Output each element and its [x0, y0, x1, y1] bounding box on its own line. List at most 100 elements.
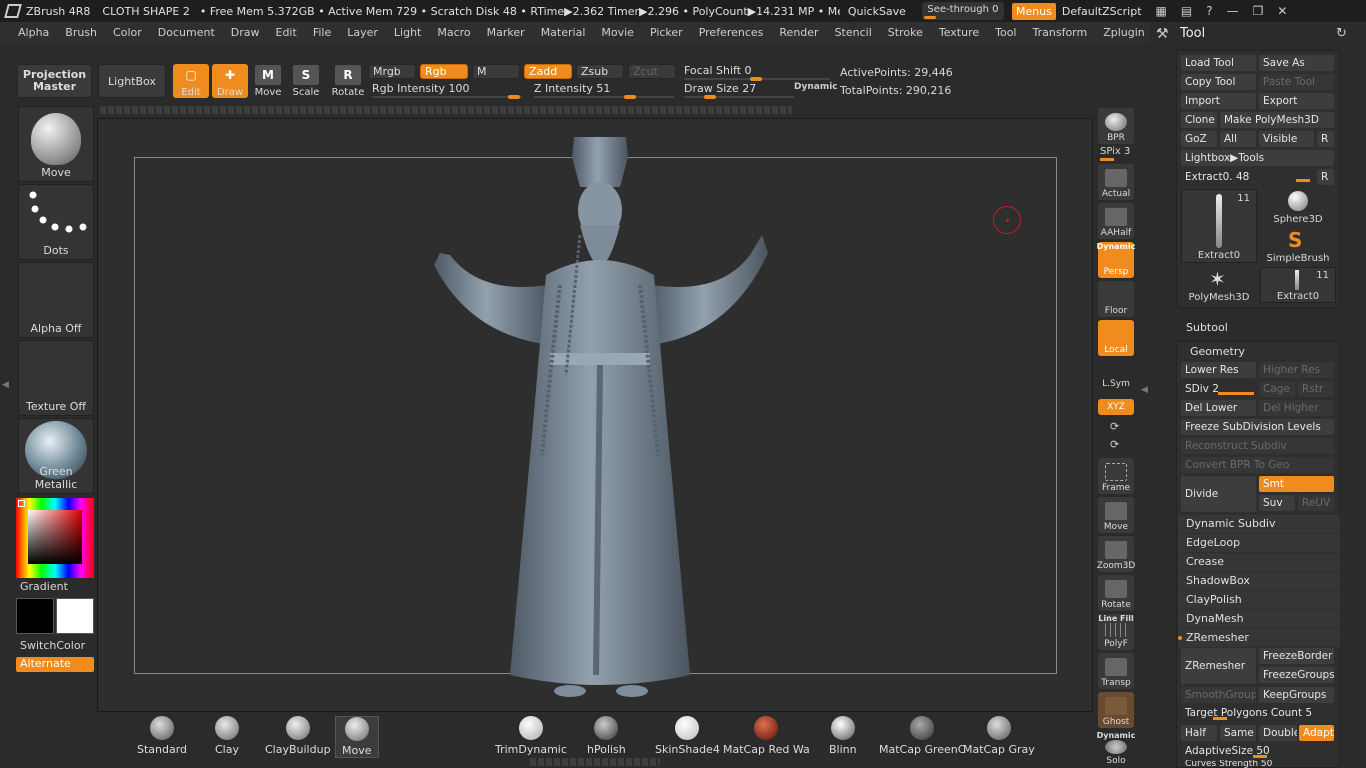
minimize-icon[interactable]: — [1227, 4, 1239, 18]
menu-alpha[interactable]: Alpha [10, 26, 57, 39]
canvas-scrollbar-horizontal[interactable] [100, 106, 792, 114]
left-tray-toggle-icon[interactable]: ◀ [2, 380, 10, 400]
frame-button[interactable]: Frame [1098, 458, 1134, 494]
draw-mode-button[interactable]: ✚ Draw [212, 64, 248, 98]
brush-move[interactable]: Move [335, 716, 379, 758]
menu-zplugin[interactable]: Zplugin [1095, 26, 1153, 39]
adaptive-size-slider[interactable]: AdaptiveSize 50 [1181, 743, 1334, 759]
rgb-button[interactable]: Rgb [420, 64, 468, 79]
paste-tool-button[interactable]: Paste Tool [1259, 74, 1334, 90]
dynamic-subdiv-header[interactable]: Dynamic Subdiv [1178, 515, 1340, 533]
menu-picker[interactable]: Picker [642, 26, 691, 39]
claypolish-header[interactable]: ClayPolish [1178, 591, 1340, 609]
brush-clay[interactable]: Clay [215, 716, 239, 756]
curves-strength-slider[interactable]: Curves Strength 50 [1181, 760, 1334, 768]
crease-header[interactable]: Crease [1178, 553, 1340, 571]
menu-light[interactable]: Light [386, 26, 429, 39]
material-blinn[interactable]: Blinn [829, 716, 857, 756]
tool-thumb-extract0-2[interactable]: 11 Extract0 [1260, 267, 1336, 303]
subtool-section-header[interactable]: Subtool [1178, 319, 1340, 337]
secondary-color-swatch[interactable] [16, 598, 54, 634]
goz-visible-button[interactable]: Visible [1259, 131, 1314, 147]
reset-icon[interactable]: ↻ [1336, 26, 1347, 41]
material-selector[interactable]: Green Metallic [18, 418, 94, 494]
import-button[interactable]: Import [1181, 93, 1256, 109]
rotate-z-icon[interactable]: ⟳ [1110, 438, 1119, 451]
goz-all-button[interactable]: All [1220, 131, 1256, 147]
alpha-selector[interactable]: Alpha Off [18, 262, 94, 338]
brush-claybuildup[interactable]: ClayBuildup [265, 716, 331, 756]
export-button[interactable]: Export [1259, 93, 1334, 109]
alternate-button[interactable]: Alternate [16, 657, 94, 672]
target-polygons-slider[interactable]: Target Polygons Count 5 [1181, 705, 1334, 721]
menu-stencil[interactable]: Stencil [827, 26, 880, 39]
polyf-button[interactable]: Line Fill PolyF [1098, 614, 1134, 650]
rgb-intensity-slider[interactable]: Rgb Intensity 100 [372, 82, 522, 99]
del-higher-button[interactable]: Del Higher [1259, 400, 1334, 416]
zadd-button[interactable]: Zadd [524, 64, 572, 79]
smooth-groups-slider[interactable]: SmoothGroups [1181, 687, 1256, 703]
gradient-label[interactable]: Gradient [20, 580, 68, 593]
close-icon[interactable]: ✕ [1277, 4, 1287, 18]
tool-thumb-simplebrush[interactable]: S SimpleBrush [1260, 228, 1336, 264]
color-saturation-square[interactable] [28, 510, 82, 564]
move-mode-button[interactable]: M Move [250, 64, 286, 98]
reuv-button[interactable]: ReUV [1298, 495, 1334, 511]
layout-2-icon[interactable]: ▤ [1181, 4, 1192, 18]
ghost-button[interactable]: Ghost [1098, 692, 1134, 728]
menu-color[interactable]: Color [105, 26, 150, 39]
freeze-groups-button[interactable]: FreezeGroups [1259, 667, 1334, 683]
switchcolor-button[interactable]: SwitchColor [20, 639, 85, 652]
zcut-button[interactable]: Zcut [628, 64, 676, 79]
menu-tool[interactable]: Tool [987, 26, 1024, 39]
del-lower-button[interactable]: Del Lower [1181, 400, 1256, 416]
rotate-mode-button[interactable]: R Rotate [330, 64, 366, 98]
mrgb-button[interactable]: Mrgb [368, 64, 416, 79]
dynamesh-header[interactable]: DynaMesh [1178, 610, 1340, 628]
primary-color-swatch[interactable] [56, 598, 94, 634]
persp-button[interactable]: Dynamic Persp [1097, 242, 1135, 278]
sdiv-slider[interactable]: SDiv 2 [1181, 381, 1256, 397]
zremesher-button[interactable]: ZRemesher [1181, 648, 1256, 684]
tool-thumb-sphere3d[interactable]: Sphere3D [1260, 189, 1336, 225]
brush-standard[interactable]: Standard [137, 716, 187, 756]
layout-icon[interactable]: ▦ [1156, 4, 1167, 18]
material-matcap-gray[interactable]: MatCap Gray [963, 716, 1035, 756]
higher-res-button[interactable]: Higher Res [1259, 362, 1334, 378]
zsub-button[interactable]: Zsub [576, 64, 624, 79]
clone-button[interactable]: Clone [1181, 112, 1217, 128]
transp-button[interactable]: Transp [1098, 653, 1134, 689]
adapt-button[interactable]: Adapt [1299, 725, 1334, 741]
wizard-model-mesh[interactable] [420, 135, 770, 700]
freeze-border-button[interactable]: FreezeBorder [1259, 648, 1334, 664]
tool-thumb-extract0[interactable]: 11 Extract0 [1181, 189, 1257, 263]
right-tray-toggle-icon[interactable]: ◀ [1141, 385, 1149, 405]
menu-stroke[interactable]: Stroke [880, 26, 931, 39]
suv-toggle[interactable]: Suv [1259, 495, 1295, 511]
shadowbox-header[interactable]: ShadowBox [1178, 572, 1340, 590]
menu-material[interactable]: Material [533, 26, 594, 39]
focal-shift-slider[interactable]: Focal Shift 0 [684, 64, 830, 81]
same-button[interactable]: Same [1220, 725, 1256, 741]
keep-groups-button[interactable]: KeepGroups [1259, 687, 1334, 703]
zremesher-header[interactable]: ZRemesher [1178, 629, 1340, 647]
lightbox-button[interactable]: LightBox [98, 64, 166, 98]
menu-render[interactable]: Render [771, 26, 826, 39]
menu-brush[interactable]: Brush [57, 26, 105, 39]
menu-movie[interactable]: Movie [593, 26, 642, 39]
cage-button[interactable]: Cage [1259, 381, 1295, 397]
color-picker[interactable] [16, 498, 94, 578]
material-matcap-red-wa[interactable]: MatCap Red Wa [723, 716, 810, 756]
scale-mode-button[interactable]: S Scale [288, 64, 324, 98]
texture-selector[interactable]: Texture Off [18, 340, 94, 416]
double-button[interactable]: Double [1259, 725, 1297, 741]
spix-slider[interactable]: SPix 3 [1100, 146, 1134, 161]
copy-tool-button[interactable]: Copy Tool [1181, 74, 1256, 90]
edgeloop-header[interactable]: EdgeLoop [1178, 534, 1340, 552]
menu-macro[interactable]: Macro [429, 26, 478, 39]
zoom3d-button[interactable]: Zoom3D [1097, 536, 1135, 572]
lower-res-button[interactable]: Lower Res [1181, 362, 1256, 378]
actual-button[interactable]: Actual [1098, 164, 1134, 200]
quicksave-button[interactable]: QuickSave [848, 5, 906, 18]
geometry-section-header[interactable]: Geometry [1182, 343, 1344, 361]
